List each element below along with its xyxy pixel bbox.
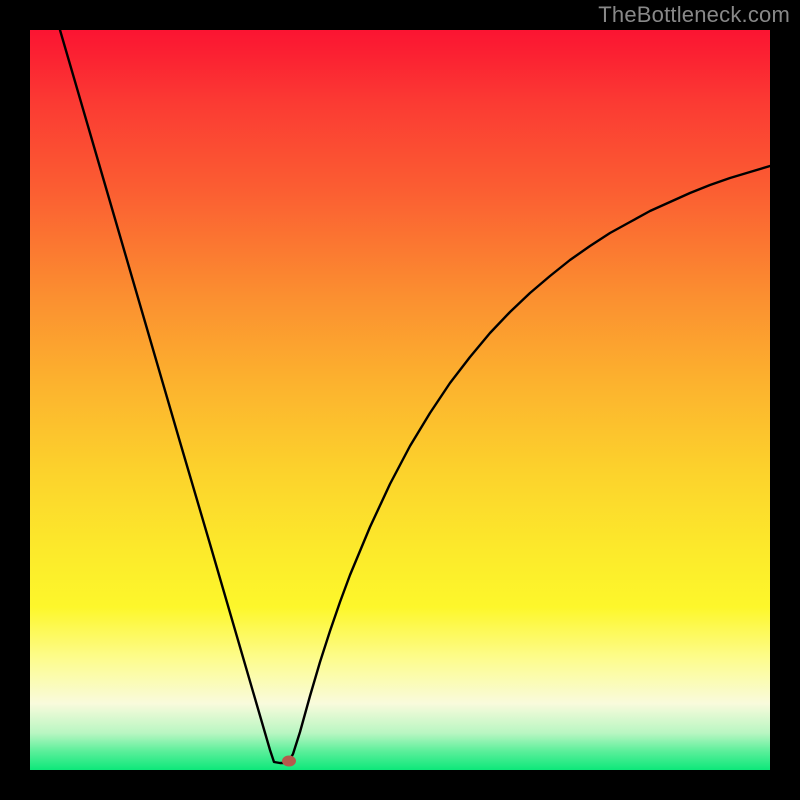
watermark-text: TheBottleneck.com	[598, 2, 790, 28]
chart-frame: TheBottleneck.com	[0, 0, 800, 800]
plot-area	[30, 30, 770, 770]
bottleneck-curve	[30, 30, 770, 770]
curve-path	[60, 30, 770, 763]
optimal-point-marker	[282, 756, 296, 767]
